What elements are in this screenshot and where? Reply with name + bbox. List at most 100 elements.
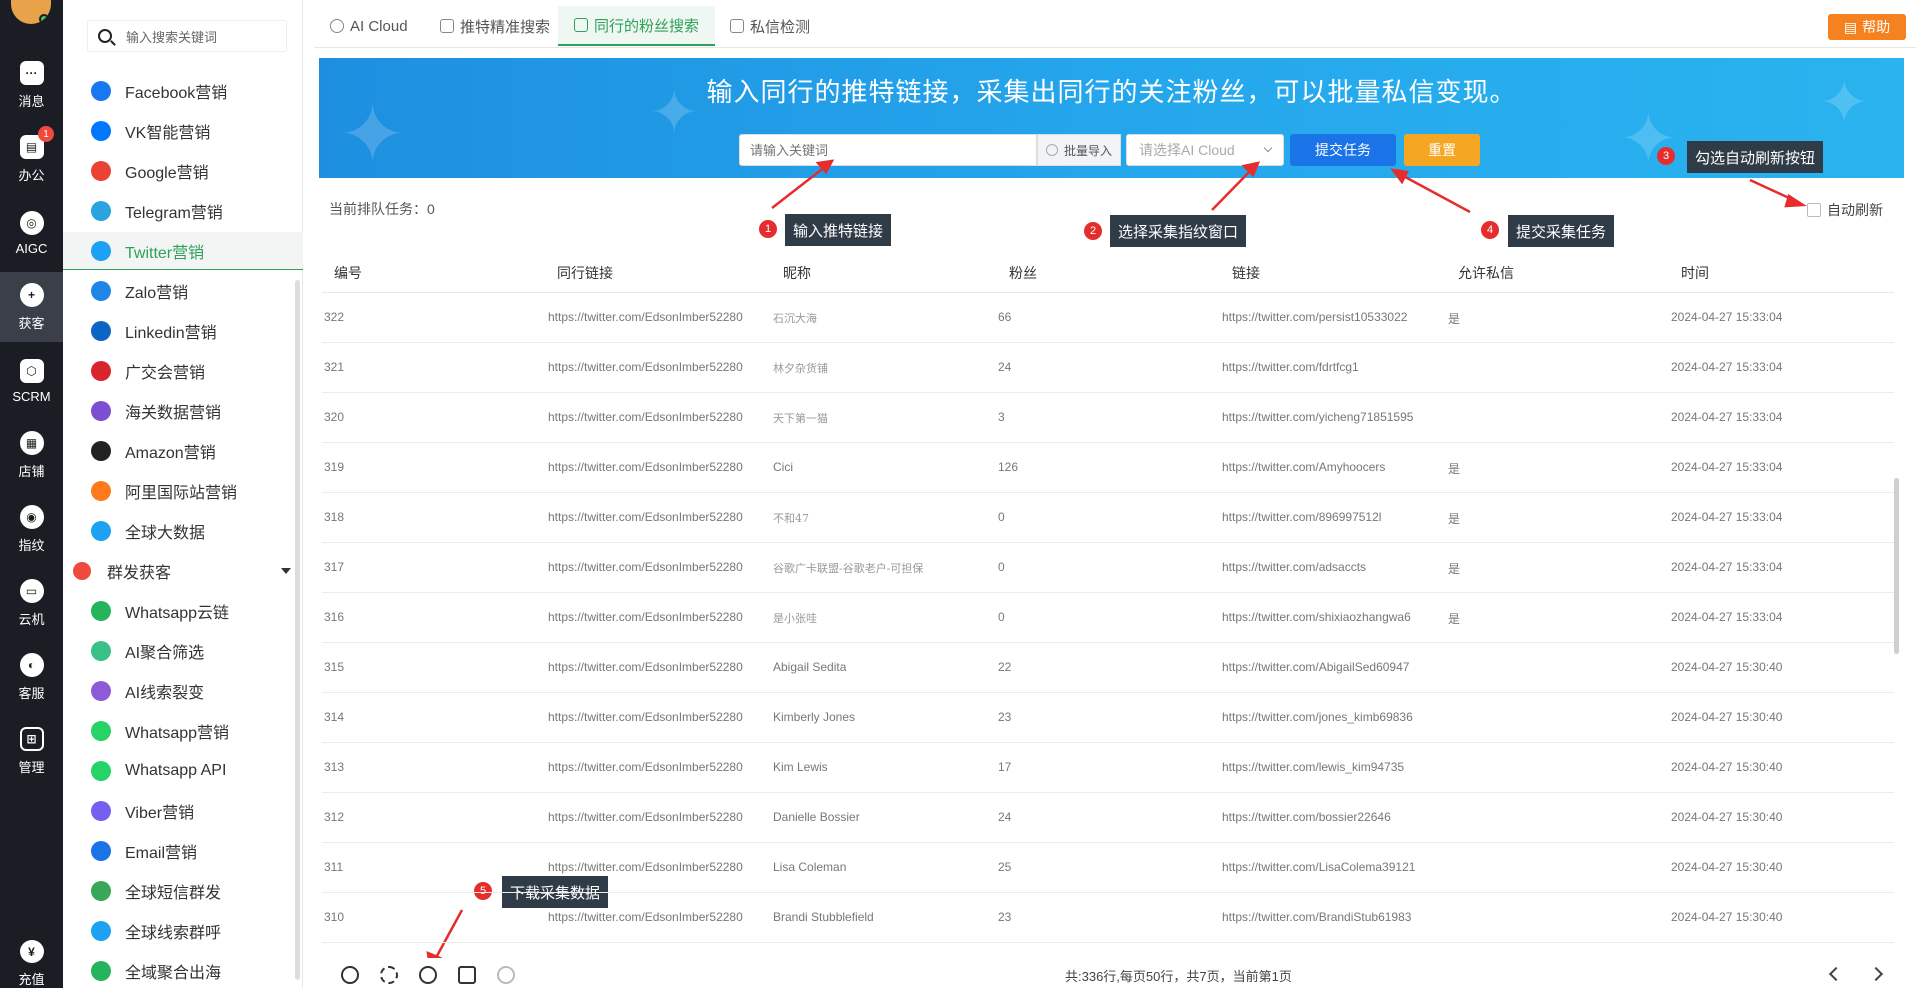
table-row[interactable]: 321 https://twitter.com/EdsonImber52280 林夕…: [322, 343, 1894, 393]
sidebar-item[interactable]: Whatsapp营销: [63, 712, 303, 750]
sidebar-scrollbar[interactable]: [295, 280, 300, 980]
select-placeholder: 请选择AI Cloud: [1139, 142, 1235, 158]
sidebar-item[interactable]: 全球大数据: [63, 512, 303, 550]
sidebar-item[interactable]: 全球线索群呼: [63, 912, 303, 950]
sidebar-item[interactable]: 阿里国际站营销: [63, 472, 303, 510]
tab-peer-followers[interactable]: 同行的粉丝搜索: [558, 6, 716, 46]
trash-icon[interactable]: [458, 966, 476, 984]
rail-item-aigc[interactable]: ◎ AIGC: [0, 198, 63, 268]
rail-item-recharge[interactable]: ¥ 充值: [0, 928, 63, 988]
sidebar-item[interactable]: AI线索裂变: [63, 672, 303, 710]
cell-time: 2024-04-27 15:30:40: [1671, 760, 1783, 774]
tab-ai-cloud[interactable]: AI Cloud: [314, 6, 424, 46]
prev-page-icon[interactable]: [1828, 966, 1844, 982]
table-scrollbar[interactable]: [1894, 478, 1899, 654]
document-icon: [440, 19, 454, 33]
cell-id: 311: [324, 860, 344, 874]
sidebar-item[interactable]: Linkedin营销: [63, 312, 303, 350]
auto-refresh-checkbox[interactable]: [1807, 203, 1821, 217]
ai-cloud-select[interactable]: 请选择AI Cloud: [1126, 134, 1284, 166]
help-button[interactable]: ▤ 帮助: [1828, 14, 1906, 40]
refresh-icon[interactable]: [380, 966, 398, 984]
rail-item-scrm[interactable]: ⬡ SCRM: [0, 346, 63, 416]
sidebar-item[interactable]: Google营销: [63, 152, 303, 190]
download-icon[interactable]: [419, 966, 437, 984]
sidebar-item[interactable]: Amazon营销: [63, 432, 303, 470]
batch-import-button[interactable]: 批量导入: [1037, 134, 1121, 166]
sidebar-search[interactable]: 输入搜索关键词: [87, 20, 287, 52]
sidebar-item[interactable]: Viber营销: [63, 792, 303, 830]
cell-id: 315: [324, 660, 345, 674]
sidebar-item[interactable]: Zalo营销: [63, 272, 303, 310]
sidebar-item[interactable]: Whatsapp API: [63, 752, 303, 790]
cell-link: https://twitter.com/BrandiStub61983: [1222, 910, 1412, 924]
sidebar-item[interactable]: Whatsapp云链: [63, 592, 303, 630]
online-status-dot: [39, 14, 49, 24]
rail-item-customer-service[interactable]: ◐ 客服: [0, 642, 63, 712]
cell-time: 2024-04-27 15:30:40: [1671, 810, 1783, 824]
submit-task-button[interactable]: 提交任务: [1290, 134, 1396, 166]
chevron-down-icon: [1263, 143, 1273, 153]
sidebar-item[interactable]: Facebook营销: [63, 72, 303, 110]
rail-item-fingerprint[interactable]: ◉ 指纹: [0, 494, 63, 564]
secondary-sidebar: 输入搜索关键词 Facebook营销 VK智能营销 Google营销 Telegram…: [63, 0, 303, 988]
table-row[interactable]: 312 https://twitter.com/EdsonImber52280 Da…: [322, 793, 1894, 843]
sidebar-group-broadcast[interactable]: 群发获客: [63, 553, 303, 589]
table-row[interactable]: 316 https://twitter.com/EdsonImber52280 是小…: [322, 593, 1894, 643]
table-row[interactable]: 314 https://twitter.com/EdsonImber52280 Ki…: [322, 693, 1894, 743]
cell-followers: 0: [998, 610, 1005, 624]
aigc-icon: ◎: [19, 210, 44, 235]
rail-item-manage[interactable]: ⊞ 管理: [0, 716, 63, 786]
cell-peer-link: https://twitter.com/EdsonImber52280: [548, 610, 743, 624]
caret-down-icon: [281, 568, 291, 574]
sidebar-item[interactable]: 海关数据营销: [63, 392, 303, 430]
col-header-nickname: 昵称: [783, 265, 811, 281]
sidebar-item-label: 全球短信群发: [125, 885, 222, 902]
reset-button[interactable]: 重置: [1404, 134, 1480, 166]
vk-icon: [91, 121, 111, 141]
tab-twitter-search[interactable]: 推特精准搜索: [424, 6, 566, 46]
sidebar-item[interactable]: VK智能营销: [63, 112, 303, 150]
cell-id: 316: [324, 610, 345, 624]
cell-followers: 22: [998, 660, 1012, 674]
cell-peer-link: https://twitter.com/EdsonImber52280: [548, 510, 743, 524]
sidebar-item[interactable]: Telegram营销: [63, 192, 303, 230]
sidebar-item[interactable]: 全球短信群发: [63, 872, 303, 910]
next-page-icon[interactable]: [1868, 966, 1884, 982]
sidebar-item[interactable]: Email营销: [63, 832, 303, 870]
tab-dm-check[interactable]: 私信检测: [714, 6, 826, 46]
table-row[interactable]: 318 https://twitter.com/EdsonImber52280 不和…: [322, 493, 1894, 543]
linkedin-icon: [91, 321, 111, 341]
cell-link: https://twitter.com/lewis_kim94735: [1222, 760, 1405, 774]
table-row[interactable]: 315 https://twitter.com/EdsonImber52280 Ab…: [322, 643, 1894, 693]
table-row[interactable]: 319 https://twitter.com/EdsonImber52280 Ci…: [322, 443, 1894, 493]
sidebar-item[interactable]: 全域聚合出海: [63, 952, 303, 988]
rail-label: 店铺: [18, 463, 45, 479]
search-icon[interactable]: [341, 966, 359, 984]
table-row[interactable]: 320 https://twitter.com/EdsonImber52280 天下…: [322, 393, 1894, 443]
rail-item-acquire[interactable]: + 获客: [0, 272, 63, 342]
table-row[interactable]: 313 https://twitter.com/EdsonImber52280 Ki…: [322, 743, 1894, 793]
rail-item-store[interactable]: ▦ 店铺: [0, 420, 63, 490]
annotation-number-3: 3: [1657, 147, 1675, 165]
table-row[interactable]: 310 https://twitter.com/EdsonImber52280 Br…: [322, 893, 1894, 943]
keyword-input[interactable]: [739, 134, 1037, 166]
disabled-action-icon: [497, 966, 515, 984]
cell-time: 2024-04-27 15:30:40: [1671, 860, 1783, 874]
cell-link: https://twitter.com/Amyhoocers: [1222, 460, 1386, 474]
sidebar-item[interactable]: AI聚合筛选: [63, 632, 303, 670]
rail-item-messages[interactable]: ··· 消息: [0, 50, 63, 120]
cell-nickname: Lisa Coleman: [773, 860, 847, 874]
rail-item-cloud-machine[interactable]: ▭ 云机: [0, 568, 63, 638]
cell-id: 321: [324, 360, 345, 374]
auto-refresh-toggle[interactable]: 自动刷新: [1807, 200, 1883, 220]
table-row[interactable]: 317 https://twitter.com/EdsonImber52280 谷歌…: [322, 543, 1894, 593]
sidebar-item-label: AI聚合筛选: [125, 645, 205, 662]
canton-fair-icon: [91, 361, 111, 381]
sidebar-item[interactable]: Twitter营销: [63, 232, 303, 270]
sidebar-item[interactable]: 广交会营销: [63, 352, 303, 390]
table-row[interactable]: 322 https://twitter.com/EdsonImber52280 石沉…: [322, 293, 1894, 343]
sidebar-search-placeholder: 输入搜索关键词: [126, 29, 218, 45]
user-avatar[interactable]: [11, 0, 51, 24]
table-row[interactable]: 311 https://twitter.com/EdsonImber52280 Li…: [322, 843, 1894, 893]
